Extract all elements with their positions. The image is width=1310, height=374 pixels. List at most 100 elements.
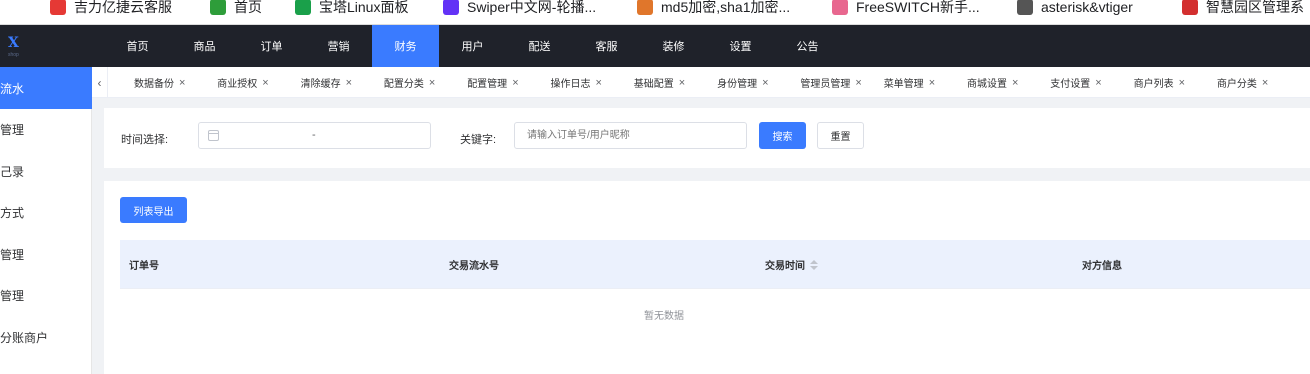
nav-item[interactable]: 装修 [640,25,707,67]
sidebar-item-label: 流水 [0,81,25,96]
close-icon[interactable]: × [262,77,268,89]
sort-icon[interactable] [810,259,818,270]
reset-button[interactable]: 重置 [817,122,864,149]
bookmark-label: asterisk&vtiger [1041,0,1133,15]
page-tab-label: 商业授权 [217,79,258,90]
close-icon[interactable]: × [429,77,435,89]
page-tab[interactable]: 商城设置 × [967,67,1018,97]
page-tab[interactable]: 操作日志 × [551,67,602,97]
app-logo[interactable]: X shop [0,25,92,67]
sidebar-item-label: 管理 [0,123,25,137]
nav-item[interactable]: 公告 [774,25,841,67]
tab-scroll-left-button[interactable]: ‹ [92,67,108,97]
shield-icon [295,0,311,15]
page-tab[interactable]: 配置管理 × [467,67,518,97]
column-header-counterparty: 对方信息 [1082,240,1122,289]
bookmark-item[interactable]: 首页 [210,0,262,19]
folder-icon [1017,0,1033,15]
logo-subtext: shop [8,52,19,58]
close-icon[interactable]: × [179,77,185,89]
close-icon[interactable]: × [1262,77,1268,89]
bookmarks-bar: mail吉力亿捷云客服首页宝塔Linux面板Swiper中文网-轮播...md5… [0,0,1310,25]
bookmark-label: 首页 [234,0,262,15]
bookmark-label: 智慧园区管理系 [1206,0,1304,15]
top-navigation: X shop 首页 商品 订单 营销 财务 用户 配送 客服 装修 设置 公告 [0,25,1310,67]
sidebar-item[interactable]: 流水 [0,67,92,109]
column-header-transaction-time[interactable]: 交易时间 [765,240,818,289]
nav-item[interactable]: 客服 [573,25,640,67]
close-icon[interactable]: × [1095,77,1101,89]
keyword-label: 关键字: [460,134,497,146]
sidebar-item-label: 方式 [0,206,25,220]
bookmark-label: FreeSWITCH新手... [856,0,980,15]
sidebar-item-label: 管理 [0,247,25,262]
flag-icon [50,0,66,15]
page-tab[interactable]: 商户分类 × [1216,67,1268,97]
column-header-label: 订单号 [129,261,159,272]
sidebar-item[interactable]: 方式 [0,192,92,234]
page-tab[interactable]: 清除缓存 × [301,67,352,97]
page-tab[interactable]: 基础配置 × [634,67,685,97]
nav-item[interactable]: 配送 [506,25,573,67]
nav-item[interactable]: 用户 [439,25,506,67]
bookmark-item[interactable]: 宝塔Linux面板 [295,0,408,19]
page-tab-label: 商户分类 [1216,79,1257,90]
table-header: 订单号 交易流水号 交易时间 对方信息 [120,240,1310,289]
page-tab[interactable]: 管理员管理 × [800,67,861,97]
nav-item[interactable]: 财务 [372,25,439,67]
close-icon[interactable]: × [929,77,935,89]
nav-item[interactable]: 首页 [104,25,171,67]
sidebar-item[interactable]: 管理 [0,109,92,151]
bookmark-label: md5加密,sha1加密... [661,0,791,15]
bookmark-label: 吉力亿捷云客服 [74,0,172,15]
column-header-label: 对方信息 [1082,261,1122,272]
close-icon[interactable]: × [855,77,861,89]
time-filter-label: 时间选择: [121,134,169,146]
page-tab-label: 配置管理 [467,79,508,90]
export-list-button[interactable]: 列表导出 [120,197,187,223]
table-panel: 列表导出 订单号 交易流水号 交易时间 对方信息 暂无数据 [104,181,1310,374]
nav-item[interactable]: 设置 [707,25,774,67]
page-tab[interactable]: 配置分类 × [383,67,435,97]
close-icon[interactable]: × [596,77,602,89]
nav-item[interactable]: 商品 [171,25,238,67]
page-tab[interactable]: 商业授权 × [217,67,268,97]
page-tab[interactable]: 数据备份 × [134,67,185,97]
page-tab-label: 管理员管理 [800,79,851,90]
bookmark-item[interactable]: 吉力亿捷云客服 [50,0,172,19]
close-icon[interactable]: × [679,77,685,89]
tab-strip: ‹ 数据备份 × 商业授权 × 清除缓存 × 配置分类 × 配置管理 × 操作日志 × 基础配置 × 身份管… [92,67,1310,98]
close-icon[interactable]: × [346,77,352,89]
page-tab[interactable]: 菜单管理 × [884,67,935,97]
nav-item[interactable]: 订单 [238,25,305,67]
date-range-picker[interactable]: - [198,122,431,149]
page-tab[interactable]: 商户列表 × [1134,67,1185,97]
page-tab[interactable]: 支付设置 × [1050,67,1101,97]
sidebar-item-label: 管理 [0,289,25,303]
bookmark-item[interactable]: 智慧园区管理系 [1182,0,1304,19]
close-icon[interactable]: × [512,77,518,89]
close-icon[interactable]: × [762,77,768,89]
sidebar-item[interactable]: 管理 [0,275,92,317]
nav-item[interactable]: 营销 [305,25,372,67]
sidebar-item-label: 分账商户 [0,330,49,345]
bookmark-item[interactable]: md5加密,sha1加密... [637,0,790,19]
bookmark-item[interactable]: Swiper中文网-轮播... [443,0,596,19]
sidebar-item[interactable]: 分账商户 [0,316,92,358]
calendar-icon [208,130,219,141]
page-tab[interactable]: 身份管理 × [717,67,768,97]
keyword-search-input[interactable] [514,122,747,149]
sidebar-item[interactable]: 己录 [0,150,92,192]
bookmark-item[interactable]: asterisk&vtiger [1017,0,1133,19]
search-button[interactable]: 搜索 [759,122,806,149]
column-header-transaction-no: 交易流水号 [449,240,499,289]
close-icon[interactable]: × [1012,77,1018,89]
page-tab-label: 身份管理 [717,79,758,90]
date-range-separator: - [312,129,316,141]
bookmark-item[interactable]: FreeSWITCH新手... [832,0,980,19]
empty-table-message: 暂无数据 [644,311,684,322]
page-tab-label: 配置分类 [383,79,424,90]
sidebar-item[interactable]: 管理 [0,233,92,275]
logo-mark: X [8,35,19,51]
close-icon[interactable]: × [1179,77,1185,89]
